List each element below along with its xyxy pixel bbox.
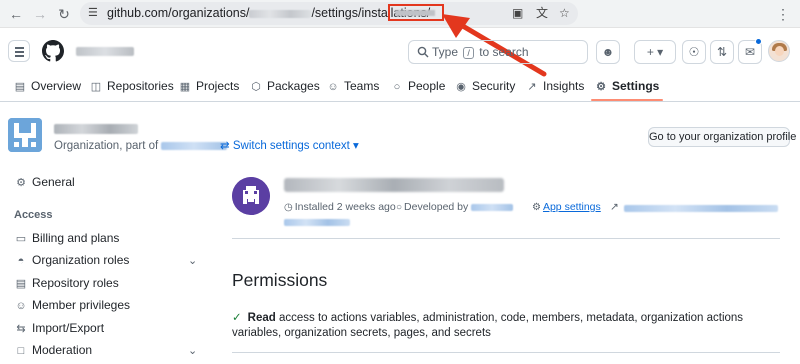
external-link-icon: ↗ — [610, 201, 619, 213]
gear-icon: ⚙ — [16, 177, 26, 189]
section-divider — [232, 238, 780, 239]
issues-icon[interactable]: ☉ — [682, 40, 706, 64]
check-icon: ✓ — [232, 312, 242, 324]
chevron-down-icon[interactable]: ⌄ — [188, 254, 197, 267]
tab-overview[interactable]: ▤ Overview — [12, 74, 81, 101]
tab-teams[interactable]: ☺ Teams — [325, 74, 379, 101]
book-icon: ▤ — [14, 81, 26, 93]
chevron-down-icon[interactable]: ⌄ — [188, 344, 197, 357]
pull-requests-icon[interactable]: ⇅ — [710, 40, 734, 64]
sidebar-heading-access: Access — [14, 209, 53, 221]
app-settings-link[interactable]: ⚙ App settings — [532, 201, 601, 214]
back-icon[interactable]: ← — [6, 4, 26, 24]
browser-menu-icon[interactable]: ⋮ — [776, 4, 790, 24]
permissions-read-text: ✓ Read access to actions variables, admin… — [232, 312, 744, 339]
package-icon: ⬡ — [251, 81, 261, 93]
user-avatar[interactable] — [768, 40, 790, 62]
installed-time: ◷ Installed 2 weeks ago — [284, 201, 396, 213]
tab-settings[interactable]: ⚙ Settings — [590, 74, 664, 101]
reload-icon[interactable]: ↻ — [54, 4, 74, 24]
app-avatar — [232, 177, 270, 215]
sidebar-item-moderation[interactable]: □ Moderation — [14, 343, 92, 358]
sidebar-item-billing[interactable]: ▭ Billing and plans — [14, 231, 120, 246]
gear-icon: ⚙ — [596, 81, 606, 93]
clock-icon: ◷ — [284, 202, 293, 213]
report-icon: □ — [17, 345, 25, 357]
url-text: github.com/organizations//settings/insta… — [107, 6, 431, 20]
repo-roles-icon: ▤ — [15, 278, 27, 290]
notification-indicator — [755, 38, 762, 45]
shield-icon: ◉ — [456, 81, 466, 93]
sidebar-item-import-export[interactable]: ⇆ Import/Export — [14, 321, 104, 336]
copilot-icon[interactable]: ☻ — [596, 40, 620, 64]
people-icon: ☺ — [15, 300, 27, 312]
github-header: Type / to search ☻ + ▾ ☉ ⇅ ✉ — [0, 28, 800, 74]
enterprise-link[interactable] — [161, 141, 228, 150]
app-name — [284, 178, 504, 192]
bookmark-star-icon[interactable]: ☆ — [559, 6, 570, 21]
search-placeholder: Type / to search — [432, 45, 529, 59]
permissions-heading: Permissions — [232, 270, 328, 290]
app-homepage-link-continued[interactable] — [284, 219, 350, 226]
forward-icon[interactable]: → — [30, 4, 50, 24]
tab-people[interactable]: ○ People — [389, 74, 446, 101]
sidebar-item-organization-roles[interactable]: ◓ Organization roles — [14, 253, 130, 268]
developer-link[interactable] — [471, 203, 514, 211]
install-app-icon[interactable]: ▣ — [512, 6, 523, 21]
switch-settings-context-button[interactable]: ⇄ Switch settings context ▾ — [220, 139, 359, 153]
hamburger-menu-icon[interactable] — [8, 40, 30, 62]
people-icon: ☺ — [327, 81, 339, 93]
sidebar-item-repository-roles[interactable]: ▤ Repository roles — [14, 276, 119, 291]
tab-insights[interactable]: ↗ Insights — [524, 74, 584, 101]
org-breadcrumb[interactable] — [76, 47, 134, 56]
sidebar-item-member-privileges[interactable]: ☺ Member privileges — [14, 298, 130, 313]
site-info-icon[interactable]: ☰ — [88, 6, 98, 21]
search-input[interactable]: Type / to search — [408, 40, 588, 64]
person-icon: ○ — [393, 81, 401, 93]
org-subtitle: Organization, part of — [54, 139, 228, 153]
table-icon: ▦ — [179, 81, 191, 93]
org-avatar — [8, 118, 42, 152]
repo-icon: ◫ — [90, 81, 102, 93]
create-new-button[interactable]: + ▾ — [634, 40, 676, 64]
graph-icon: ↗ — [527, 81, 537, 93]
translate-icon[interactable]: 文 — [536, 6, 548, 21]
address-bar[interactable]: ☰ github.com/organizations//settings/ins… — [80, 2, 578, 25]
developer-info: ○ Developed by — [396, 201, 514, 214]
section-divider — [232, 352, 780, 353]
tab-projects[interactable]: ▦ Projects — [177, 74, 240, 101]
sidebar-item-general[interactable]: ⚙ General — [14, 175, 75, 190]
org-name — [54, 124, 138, 134]
person-icon: ○ — [396, 202, 403, 213]
org-tabs: ▤ Overview ◫ Repositories ▦ Projects ⬡ Packa… — [0, 74, 800, 102]
arrow-switch-icon: ⇆ — [16, 323, 26, 335]
search-icon — [417, 46, 429, 58]
tab-security[interactable]: ◉ Security — [453, 74, 515, 101]
roles-icon: ◓ — [17, 255, 25, 267]
tab-repositories[interactable]: ◫ Repositories — [88, 74, 174, 101]
go-to-org-profile-button[interactable]: Go to your organization profile — [648, 127, 796, 147]
app-homepage-link[interactable] — [624, 205, 778, 212]
credit-card-icon: ▭ — [15, 233, 27, 245]
github-logo-icon[interactable] — [42, 40, 64, 62]
gear-icon: ⚙ — [532, 202, 541, 213]
highlighted-installation-id — [388, 4, 444, 21]
tab-packages[interactable]: ⬡ Packages — [248, 74, 320, 101]
